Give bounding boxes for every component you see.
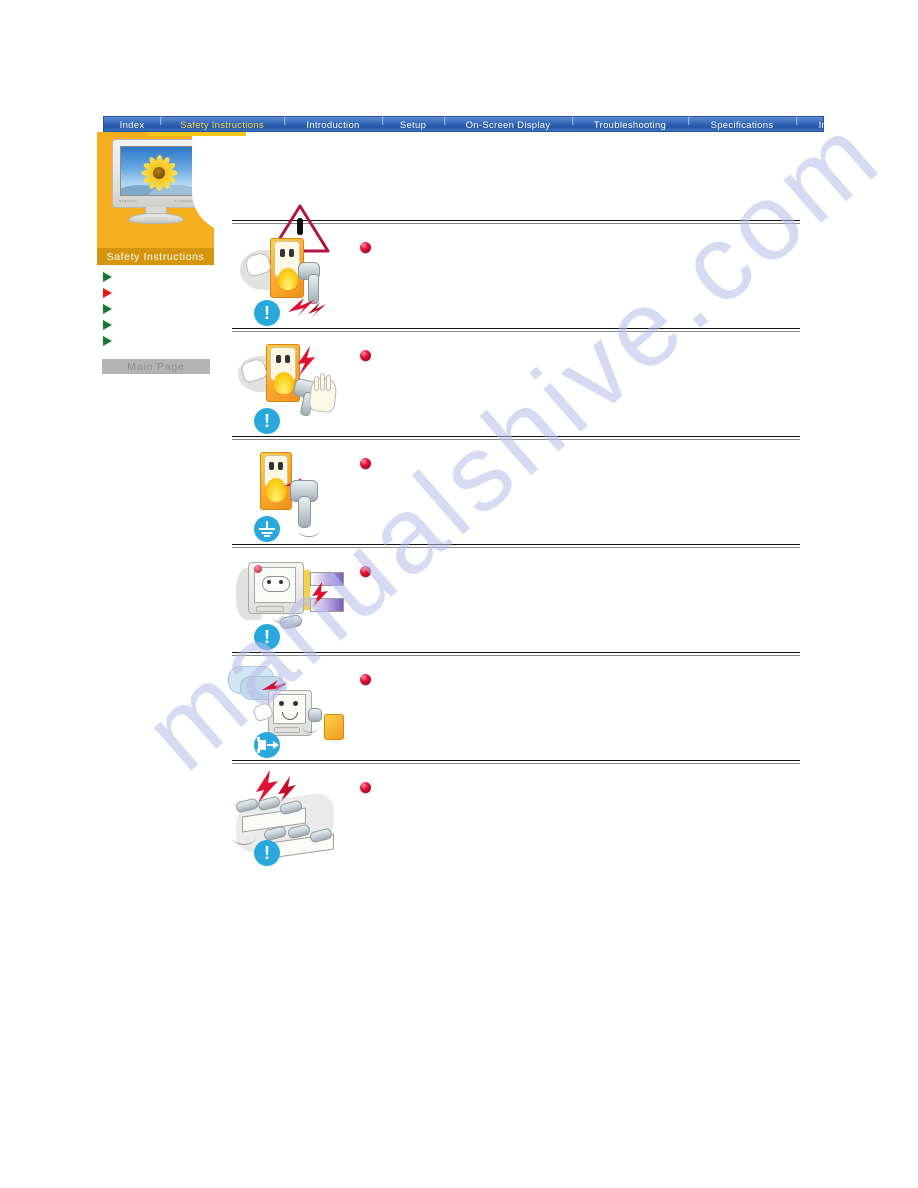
symbol-exclamation-icon	[254, 408, 280, 434]
arrow-right-icon	[103, 320, 112, 330]
safety-item-row	[232, 764, 800, 868]
sidebar: SAMSUNG SyncMaster Safety Instructions M…	[97, 132, 214, 374]
nav-tab-index[interactable]: Index	[120, 120, 145, 131]
safety-item-text	[378, 350, 800, 362]
nav-tab-troubleshooting[interactable]: Troubleshooting	[594, 120, 666, 131]
main-navigation-bar[interactable]: Index | Safety Instructions | Introduction | S…	[103, 115, 869, 132]
warning-header-block	[232, 140, 800, 253]
safety-item-text	[378, 566, 800, 578]
safety-item-text	[378, 674, 800, 686]
nav-tab-specifications[interactable]: Specifications	[711, 120, 774, 131]
sidebar-hero-panel: SAMSUNG SyncMaster	[97, 132, 214, 248]
red-bullet-icon	[360, 242, 371, 253]
safety-item-body	[360, 448, 800, 544]
illustration-wet-hand-touching-plug	[232, 340, 360, 436]
arrow-right-icon	[103, 288, 112, 298]
red-bullet-icon	[360, 350, 371, 361]
safety-item-text	[378, 242, 800, 254]
illustration-overloaded-power-strips	[232, 770, 360, 868]
nav-tab-on-screen-display[interactable]: On-Screen Display	[466, 120, 551, 131]
illustration-monitor-damaged-power-cord	[232, 556, 360, 652]
content-area	[228, 140, 800, 868]
main-page-button[interactable]: Main Page	[102, 359, 210, 374]
safety-item-row	[232, 440, 800, 544]
safety-item-body	[360, 556, 800, 652]
monitor-model-label: SyncMaster	[174, 199, 194, 203]
sidebar-link-list	[97, 269, 214, 349]
monitor-screen	[120, 146, 194, 196]
arrow-right-icon	[103, 272, 112, 282]
monitor-bezel: SAMSUNG SyncMaster	[112, 139, 200, 208]
red-bullet-icon	[360, 674, 371, 685]
arrow-right-icon	[103, 336, 112, 346]
monitor-brand-label: SAMSUNG	[119, 199, 137, 203]
symbol-exclamation-icon	[254, 840, 280, 866]
red-bullet-icon	[360, 782, 371, 793]
sidebar-link-2[interactable]	[103, 285, 214, 301]
symbol-exclamation-icon	[254, 624, 280, 650]
safety-item-body	[360, 772, 800, 868]
sidebar-link-3[interactable]	[103, 301, 214, 317]
symbol-ground-icon	[254, 516, 280, 542]
nav-tab-information[interactable]: Information	[819, 120, 870, 131]
active-tab-underline	[148, 132, 246, 136]
sidebar-section-title: Safety Instructions	[97, 248, 214, 265]
arrow-right-icon	[103, 304, 112, 314]
illustration-monitor-thunderstorm-unplug	[228, 664, 360, 760]
safety-item-body	[360, 232, 800, 328]
safety-item-body	[360, 340, 800, 436]
symbol-unplug-icon	[254, 732, 280, 758]
nav-tab-introduction[interactable]: Introduction	[306, 120, 359, 131]
red-bullet-icon	[360, 458, 371, 469]
safety-item-row	[232, 224, 800, 328]
nav-tab-setup[interactable]: Setup	[400, 120, 426, 131]
safety-item-body	[360, 664, 800, 760]
safety-item-text	[378, 458, 800, 470]
sunflower-icon	[141, 155, 178, 191]
monitor-illustration: SAMSUNG SyncMaster	[112, 139, 200, 224]
sidebar-link-5[interactable]	[103, 333, 214, 349]
monitor-base	[128, 213, 184, 224]
red-bullet-icon	[360, 566, 371, 577]
illustration-plug-pulled-from-outlet	[232, 232, 360, 328]
safety-item-row	[232, 332, 800, 436]
illustration-grounded-plug-in-outlet	[232, 448, 360, 544]
safety-item-row	[232, 548, 800, 652]
symbol-exclamation-icon	[254, 300, 280, 326]
safety-item-row	[228, 656, 800, 760]
sidebar-link-1[interactable]	[103, 269, 214, 285]
safety-item-text	[378, 782, 800, 794]
sidebar-link-4[interactable]	[103, 317, 214, 333]
sunflower-center	[153, 167, 165, 179]
nav-tab-safety-instructions[interactable]: Safety Instructions	[180, 120, 264, 131]
